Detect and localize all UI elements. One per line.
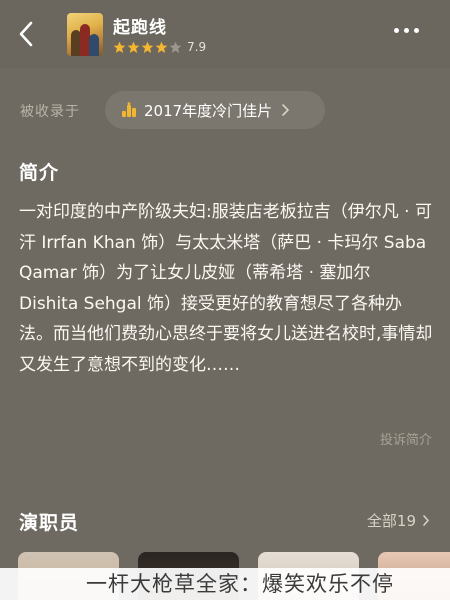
more-dots-icon [394, 28, 399, 33]
more-dot [414, 28, 419, 33]
ranking-icon [122, 102, 136, 117]
movie-title: 起跑线 [113, 18, 167, 38]
star-filled-icon [155, 41, 168, 53]
chevron-right-icon [282, 104, 289, 116]
star-filled-icon [113, 41, 126, 53]
rating-score: 7.9 [187, 40, 207, 54]
chevron-right-icon [423, 515, 429, 526]
collection-chip[interactable]: 2017年度冷门佳片 [105, 91, 325, 129]
cast-heading: 演职员 [19, 512, 80, 534]
more-dot [404, 28, 409, 33]
intro-body: 一对印度的中产阶级夫妇:服装店老板拉吉（伊尔凡 · 可汗 Irrfan Khan… [19, 202, 433, 375]
back-button[interactable] [12, 18, 40, 50]
cast-view-all-label: 全部19 [366, 512, 416, 530]
movie-poster-thumbnail[interactable] [67, 13, 103, 56]
cast-view-all-link[interactable]: 全部19 [367, 510, 430, 531]
caption-text: 一杆大枪草全家：爆笑欢乐不停 [86, 572, 394, 596]
star-filled-icon [141, 41, 154, 53]
report-intro-link[interactable]: 投诉简介 [380, 429, 432, 448]
rating-row: 7.9 [113, 40, 206, 54]
intro-heading: 简介 [19, 162, 60, 184]
more-menu-button[interactable] [394, 28, 419, 33]
collected-in-label: 被收录于 [20, 104, 80, 120]
star-filled-icon [127, 41, 140, 53]
star-empty-icon [169, 41, 182, 53]
collection-chip-label: 2017年度冷门佳片 [144, 101, 273, 120]
chevron-left-icon [19, 21, 33, 47]
